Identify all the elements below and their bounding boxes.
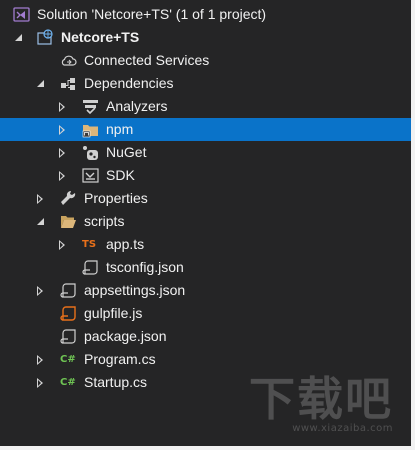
expand-arrow-icon[interactable] bbox=[33, 279, 47, 302]
nuget-icon bbox=[83, 146, 98, 160]
collapse-arrow-icon[interactable] bbox=[11, 26, 25, 49]
tree-item-label: app.ts bbox=[106, 236, 145, 252]
watermark-brand: 下载吧 bbox=[249, 372, 393, 426]
typescript-file-icon: TS bbox=[82, 239, 97, 250]
tree-item-label: Connected Services bbox=[84, 52, 210, 68]
expand-arrow-icon[interactable] bbox=[33, 348, 47, 371]
tree-item-dependencies[interactable]: Dependencies bbox=[0, 72, 411, 95]
tree-item-nuget[interactable]: NuGet bbox=[0, 141, 411, 164]
tree-item-label: Program.cs bbox=[84, 351, 156, 367]
tree-item-app-ts[interactable]: TS app.ts bbox=[0, 233, 411, 256]
tree-item-label: Analyzers bbox=[106, 98, 168, 114]
tree-item-package-json[interactable]: package.json bbox=[0, 325, 411, 348]
cloud-services-icon bbox=[61, 55, 77, 66]
tree-item-scripts-folder[interactable]: scripts bbox=[0, 210, 411, 233]
expand-arrow-icon[interactable] bbox=[55, 118, 69, 141]
tree-item-properties[interactable]: Properties bbox=[0, 187, 411, 210]
watermark-logo: 下载吧 www.xiazaiba.com bbox=[249, 375, 393, 434]
tree-item-label: appsettings.json bbox=[84, 282, 186, 298]
expand-arrow-icon[interactable] bbox=[55, 141, 69, 164]
collapse-arrow-icon[interactable] bbox=[33, 210, 47, 233]
sdk-icon bbox=[82, 168, 99, 183]
expand-arrow-icon[interactable] bbox=[55, 164, 69, 187]
tree-item-sdk[interactable]: SDK bbox=[0, 164, 411, 187]
tree-item-label: package.json bbox=[84, 328, 167, 344]
project-node[interactable]: Netcore+TS bbox=[0, 26, 411, 49]
expand-arrow-icon[interactable] bbox=[55, 233, 69, 256]
tree-item-connected-services[interactable]: Connected Services bbox=[0, 49, 411, 72]
project-label: Netcore+TS bbox=[61, 29, 140, 45]
expand-arrow-icon[interactable] bbox=[33, 187, 47, 210]
solution-explorer-panel: Solution 'Netcore+TS' (1 of 1 project) N… bbox=[0, 0, 415, 450]
expand-arrow-icon[interactable] bbox=[55, 95, 69, 118]
tree-item-appsettings-json[interactable]: appsettings.json bbox=[0, 279, 411, 302]
npm-package-folder-icon bbox=[82, 125, 98, 138]
tree-item-label: Dependencies bbox=[84, 75, 174, 91]
tree-item-label: NuGet bbox=[106, 144, 147, 160]
tree-item-label: scripts bbox=[84, 213, 125, 229]
csharp-file-icon: C# bbox=[60, 354, 76, 365]
dependencies-icon bbox=[61, 78, 75, 90]
tree-item-label: npm bbox=[106, 121, 134, 137]
tree-item-label: SDK bbox=[106, 167, 135, 183]
expand-arrow-icon[interactable] bbox=[33, 371, 47, 394]
tree-item-label: Properties bbox=[84, 190, 148, 206]
analyzers-icon bbox=[83, 100, 98, 115]
solution-node[interactable]: Solution 'Netcore+TS' (1 of 1 project) bbox=[0, 3, 411, 26]
tree-item-gulpfile-js[interactable]: gulpfile.js bbox=[0, 302, 411, 325]
json-file-icon bbox=[60, 329, 76, 344]
solution-label: Solution 'Netcore+TS' (1 of 1 project) bbox=[37, 6, 267, 22]
open-folder-icon bbox=[61, 216, 76, 228]
csharp-file-icon: C# bbox=[60, 377, 76, 388]
tree-item-npm[interactable]: npm bbox=[0, 118, 411, 141]
json-file-icon bbox=[60, 283, 76, 298]
web-project-icon bbox=[37, 29, 53, 45]
wrench-icon bbox=[61, 190, 76, 205]
tree-item-analyzers[interactable]: Analyzers bbox=[0, 95, 411, 118]
visual-studio-solution-icon bbox=[13, 7, 30, 22]
tree-item-label: gulpfile.js bbox=[84, 305, 143, 321]
tree-item-label: Startup.cs bbox=[84, 374, 148, 390]
tree-item-program-cs[interactable]: C# Program.cs bbox=[0, 348, 411, 371]
json-file-icon bbox=[82, 260, 98, 275]
tree-item-label: tsconfig.json bbox=[106, 259, 184, 275]
gulp-file-icon bbox=[60, 306, 76, 321]
collapse-arrow-icon[interactable] bbox=[33, 72, 47, 95]
tree-item-tsconfig-json[interactable]: tsconfig.json bbox=[0, 256, 411, 279]
